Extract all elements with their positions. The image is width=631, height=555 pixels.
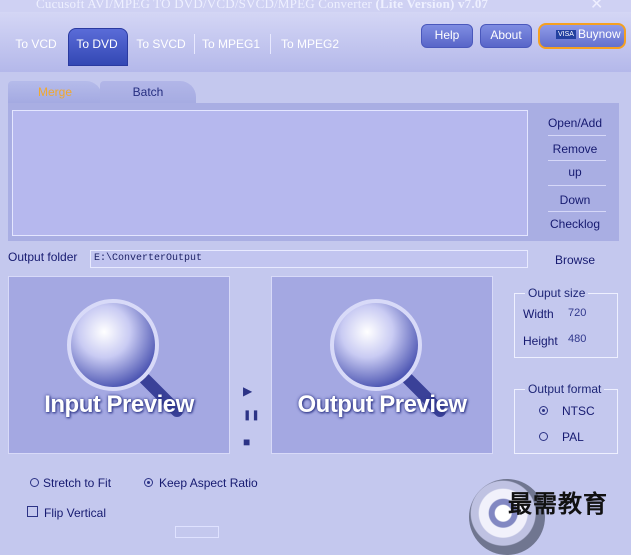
output-preview-label: Output Preview <box>297 391 467 418</box>
height-value[interactable]: 480 <box>568 333 586 345</box>
output-folder-input[interactable]: E:\ConverterOutput <box>90 250 528 268</box>
divider <box>548 135 606 136</box>
up-button[interactable]: up <box>538 165 612 179</box>
tab-to-mpeg1[interactable]: To MPEG1 <box>196 32 266 56</box>
height-label: Height <box>523 334 558 348</box>
width-value[interactable]: 720 <box>568 307 586 319</box>
remove-button[interactable]: Remove <box>538 142 612 156</box>
buynow-button[interactable]: VISA Buynow <box>538 23 626 49</box>
tab-to-dvd[interactable]: To DVD <box>68 32 126 56</box>
open-add-button[interactable]: Open/Add <box>538 116 612 130</box>
version-label: v7.07 <box>457 0 489 11</box>
pal-label: PAL <box>562 430 584 444</box>
divider <box>548 211 606 212</box>
pause-icon[interactable]: ❚❚ <box>243 410 260 421</box>
tab-divider <box>270 34 271 54</box>
tab-batch[interactable]: Batch <box>100 81 196 103</box>
tab-to-vcd[interactable]: To VCD <box>8 32 64 56</box>
ntsc-radio[interactable] <box>539 406 548 415</box>
input-preview-label: Input Preview <box>44 391 194 418</box>
flip-vertical-checkbox[interactable] <box>27 506 38 517</box>
stretch-to-fit-radio[interactable] <box>30 478 39 487</box>
flip-vertical-label: Flip Vertical <box>44 506 107 520</box>
app-title: Cucusoft AVI/MPEG TO DVD/VCD/SVCD/MPEG C… <box>36 0 373 11</box>
width-label: Width <box>523 307 554 321</box>
output-size-legend: Ouput size <box>528 286 586 300</box>
tab-to-svcd[interactable]: To SVCD <box>130 32 192 56</box>
file-list[interactable] <box>12 110 528 236</box>
about-button[interactable]: About <box>480 24 532 48</box>
checklog-button[interactable]: Checklog <box>538 217 612 231</box>
ntsc-label: NTSC <box>562 404 595 418</box>
visa-card-icon: VISA <box>556 30 576 40</box>
play-icon[interactable]: ▶ <box>243 384 252 398</box>
buynow-label: Buynow <box>577 27 621 41</box>
watermark: 最需教育 <box>508 491 608 518</box>
edition-label: (Lite Version) <box>375 0 455 11</box>
partial-field <box>175 526 219 538</box>
down-button[interactable]: Down <box>538 193 612 207</box>
stop-icon[interactable]: ■ <box>243 435 250 449</box>
browse-button[interactable]: Browse <box>555 253 595 267</box>
window-title: Cucusoft AVI/MPEG TO DVD/VCD/SVCD/MPEG C… <box>36 0 488 12</box>
output-folder-label: Output folder <box>8 250 78 264</box>
tab-divider <box>194 34 195 54</box>
tab-to-mpeg2[interactable]: To MPEG2 <box>274 32 346 56</box>
pal-radio[interactable] <box>539 432 548 441</box>
divider <box>548 185 606 186</box>
help-button[interactable]: Help <box>421 24 473 48</box>
stretch-to-fit-label: Stretch to Fit <box>43 476 112 490</box>
input-preview-pane: Input Preview <box>8 276 230 454</box>
output-format-legend: Output format <box>528 382 602 396</box>
output-preview-pane: Output Preview <box>271 276 493 454</box>
keep-aspect-ratio-label: Keep Aspect Ratio <box>159 476 258 490</box>
divider <box>548 160 606 161</box>
tab-merge[interactable]: Merge <box>8 81 102 103</box>
keep-aspect-ratio-radio[interactable] <box>144 478 153 487</box>
